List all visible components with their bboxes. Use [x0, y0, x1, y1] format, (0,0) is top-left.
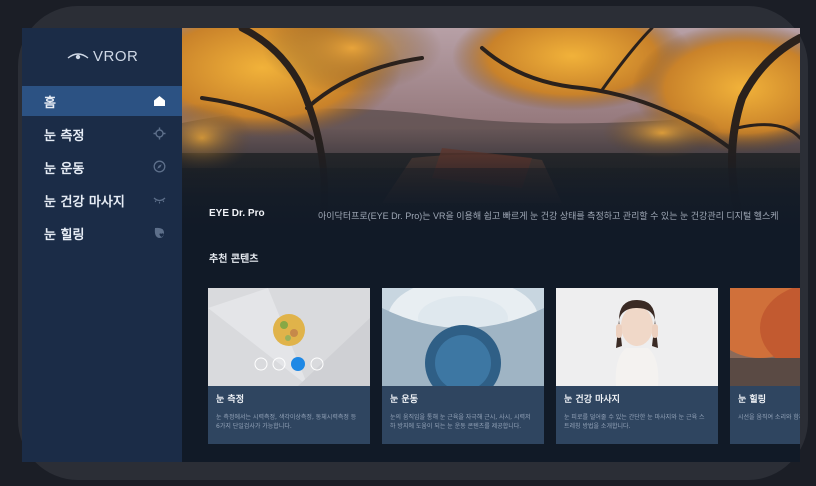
card-title: 눈 건강 마사지	[564, 395, 620, 405]
app-logo: VROR	[67, 46, 138, 66]
card-title: 눈 측정	[216, 395, 244, 405]
crosshair-icon	[153, 127, 166, 140]
card-info: 눈 운동 눈의 움직임을 통해 눈 근육을 자극해 근시, 사시, 시력저하 방…	[382, 386, 544, 444]
content-card-eye-exercise[interactable]: 눈 운동 눈의 움직임을 통해 눈 근육을 자극해 근시, 사시, 시력저하 방…	[382, 288, 544, 444]
device-frame: VROR 홈 눈 측정 눈 운동 눈 건강 마사지 눈 힐링 EYE Dr. P…	[0, 0, 816, 486]
card-title: 눈 힐링	[738, 395, 766, 405]
eye-closed-icon	[153, 197, 166, 204]
hero-brand-title: EYE Dr. Pro	[209, 208, 265, 219]
eye-massage-thumbnail	[556, 288, 718, 386]
sidebar-item-label: 눈 힐링	[44, 227, 85, 243]
sidebar-item-home[interactable]: 홈	[22, 86, 182, 116]
content-card-eye-healing[interactable]: 눈 힐링 시선을 움직여 소리와 함께 ... 프로그램을 체험합니다	[730, 288, 800, 444]
sidebar: VROR 홈 눈 측정 눈 운동 눈 건강 마사지 눈 힐링	[22, 28, 182, 462]
sidebar-item-label: 눈 측정	[44, 128, 85, 144]
eye-healing-thumbnail	[730, 288, 800, 386]
card-info: 눈 건강 마사지 눈 피로를 덜어줄 수 있는 간단한 눈 마사지와 눈 근육 …	[556, 386, 718, 444]
card-text: 눈 측정에서는 시력측정, 색각이상측정, 동체시력측정 등 6가지 단일검사가…	[216, 414, 357, 430]
eye-exercise-thumbnail	[382, 288, 544, 386]
card-info: 눈 힐링 시선을 움직여 소리와 함께 ... 프로그램을 체험합니다	[730, 386, 800, 444]
hero-banner	[182, 28, 800, 228]
card-text: 눈의 움직임을 통해 눈 근육을 자극해 근시, 사시, 시력저하 방지에 도움…	[390, 414, 531, 430]
eye-logo-icon	[67, 53, 89, 60]
leaf-heart-icon	[154, 227, 164, 238]
sidebar-item-label: 홈	[44, 95, 56, 111]
sidebar-item-eye-exercise[interactable]: 눈 운동	[22, 152, 182, 182]
card-text: 눈 피로를 덜어줄 수 있는 간단한 눈 마사지와 눈 근육 스트레칭 방법을 …	[564, 414, 705, 430]
compass-icon	[153, 160, 166, 173]
sidebar-item-eye-test[interactable]: 눈 측정	[22, 119, 182, 149]
content-card-eye-massage[interactable]: 눈 건강 마사지 눈 피로를 덜어줄 수 있는 간단한 눈 마사지와 눈 근육 …	[556, 288, 718, 444]
card-text: 시선을 움직여 소리와 함께 ... 프로그램을 체험합니다	[738, 414, 800, 421]
sidebar-item-label: 눈 운동	[44, 161, 85, 177]
card-title: 눈 운동	[390, 395, 418, 405]
content-card-eye-test[interactable]: 눈 측정 눈 측정에서는 시력측정, 색각이상측정, 동체시력측정 등 6가지 …	[208, 288, 370, 444]
sidebar-item-label: 눈 건강 마사지	[44, 194, 125, 210]
home-icon	[154, 96, 165, 106]
sidebar-item-eye-healing[interactable]: 눈 힐링	[22, 218, 182, 248]
eye-test-thumbnail	[208, 288, 370, 386]
card-info: 눈 측정 눈 측정에서는 시력측정, 색각이상측정, 동체시력측정 등 6가지 …	[208, 386, 370, 444]
main-content: EYE Dr. Pro 아이닥터프로(EYE Dr. Pro)는 VR을 이용해…	[182, 28, 800, 462]
hero-description: 아이닥터프로(EYE Dr. Pro)는 VR을 이용해 쉽고 빠르게 눈 건강…	[318, 211, 779, 221]
sidebar-item-eye-massage[interactable]: 눈 건강 마사지	[22, 185, 182, 215]
logo-text: VROR	[93, 47, 139, 65]
section-title: 추천 콘텐츠	[209, 254, 259, 265]
app-screen: VROR 홈 눈 측정 눈 운동 눈 건강 마사지 눈 힐링 EYE Dr. P…	[22, 28, 800, 462]
